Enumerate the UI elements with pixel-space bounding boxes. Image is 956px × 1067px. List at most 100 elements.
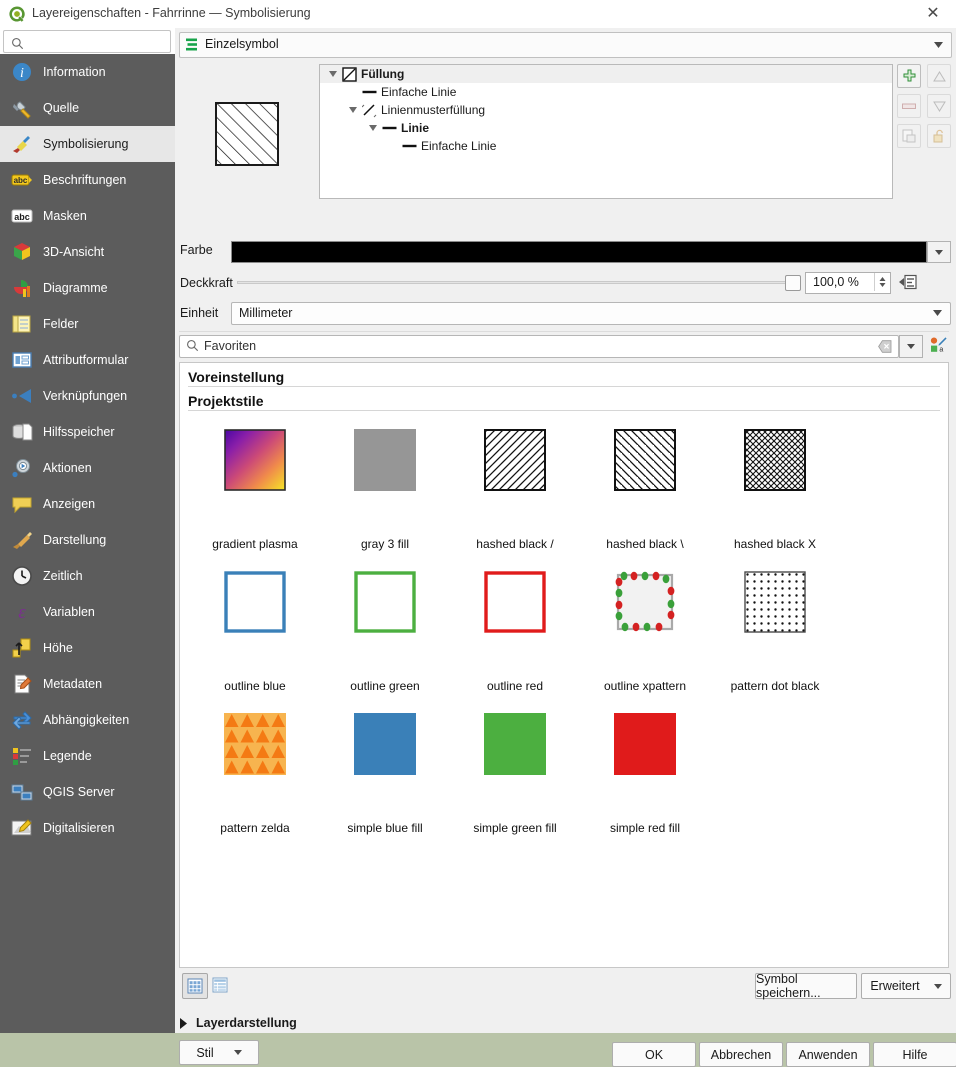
remove-symbol-layer-button[interactable] (897, 94, 921, 118)
sidebar-item-digitalisieren[interactable]: Digitalisieren (0, 810, 175, 846)
opacity-slider[interactable] (237, 275, 801, 291)
sidebar-item-attributformular[interactable]: Attributformular (0, 342, 175, 378)
cancel-button[interactable]: Abbrechen (699, 1042, 783, 1067)
sidebar-item-3d-ansicht[interactable]: 3D-Ansicht (0, 234, 175, 270)
opacity-data-defined-button[interactable] (897, 271, 919, 293)
sidebar-item-variablen[interactable]: ε Variablen (0, 594, 175, 630)
clock-icon (10, 564, 34, 588)
layer-rendering-section[interactable]: Layerdarstellung (179, 1016, 297, 1030)
chevron-down-icon (907, 344, 915, 349)
symbol-layer-row[interactable]: Linienmusterfüllung (320, 101, 892, 119)
symbol-item[interactable]: pattern dot black (710, 565, 840, 707)
style-search-box[interactable]: Favoriten (179, 335, 899, 358)
sidebar-item-masken[interactable]: abc Masken (0, 198, 175, 234)
sidebar-item-hilfsspeicher[interactable]: Hilfsspeicher (0, 414, 175, 450)
style-filter-dropdown[interactable] (899, 335, 923, 358)
opacity-spin-buttons[interactable] (874, 273, 890, 291)
symbol-swatch (354, 713, 416, 775)
sidebar-item-metadaten[interactable]: Metadaten (0, 666, 175, 702)
symbol-swatch (614, 571, 676, 633)
advanced-button[interactable]: Erweitert (861, 973, 951, 999)
symbol-layer-row[interactable]: Linie (320, 119, 892, 137)
symbol-item-label: simple blue fill (347, 821, 423, 835)
tree-expander[interactable] (326, 71, 340, 77)
symbol-item-label: hashed black X (733, 537, 817, 551)
chevron-down-icon[interactable] (369, 125, 377, 131)
symbol-item[interactable]: gradient plasma (190, 423, 320, 565)
duplicate-button[interactable] (897, 124, 921, 148)
symbol-layer-row[interactable]: Einfache Linie (320, 83, 892, 101)
symbol-gallery[interactable]: Voreinstellung Projektstile gradient plasm… (179, 362, 949, 968)
symbol-item[interactable]: simple green fill (450, 707, 580, 849)
symbol-layer-tree[interactable]: Füllung Einfache Linie Linienmusterfüllung… (319, 64, 893, 199)
divider (179, 331, 949, 332)
sidebar-item-qgis-server[interactable]: QGIS Server (0, 774, 175, 810)
sidebar-item-felder[interactable]: Felder (0, 306, 175, 342)
sidebar-item-darstellung[interactable]: Darstellung (0, 522, 175, 558)
clear-icon[interactable] (878, 340, 892, 353)
symbol-item[interactable]: outline green (320, 565, 450, 707)
symbol-item[interactable]: gray 3 fill (320, 423, 450, 565)
symbol-item-label: hashed black / (476, 537, 554, 551)
apply-button[interactable]: Anwenden (786, 1042, 870, 1067)
symbol-swatch (354, 429, 416, 491)
list-view-button[interactable] (208, 973, 232, 997)
sidebar-item-verkn-pfungen[interactable]: Verknüpfungen (0, 378, 175, 414)
move-down-button[interactable] (927, 94, 951, 118)
symbol-item[interactable]: hashed black X (710, 423, 840, 565)
sidebar-item-information[interactable]: i Information (0, 54, 175, 90)
color-button[interactable] (231, 241, 927, 263)
sidebar-item-aktionen[interactable]: Aktionen (0, 450, 175, 486)
sidebar-item-anzeigen[interactable]: Anzeigen (0, 486, 175, 522)
sidebar-item-label: Zeitlich (43, 569, 83, 583)
move-up-button[interactable] (927, 64, 951, 88)
style-manager-button[interactable]: a (927, 334, 949, 356)
sidebar-item-legende[interactable]: Legende (0, 738, 175, 774)
symbol-item[interactable]: outline xpattern (580, 565, 710, 707)
sidebar-item-quelle[interactable]: Quelle (0, 90, 175, 126)
symbol-swatch (484, 571, 546, 633)
info-icon: i (10, 60, 34, 84)
opacity-spinbox[interactable]: 100,0 % (805, 272, 891, 294)
sidebar-item-symbolisierung[interactable]: Symbolisierung (0, 126, 175, 162)
symbol-item-label: simple green fill (473, 821, 557, 835)
symbol-layer-row[interactable]: Füllung (320, 65, 892, 83)
chevron-down-icon[interactable] (329, 71, 337, 77)
arrow-down-icon (932, 101, 946, 112)
advanced-label: Erweitert (870, 979, 920, 993)
chevron-down-icon[interactable] (349, 107, 357, 113)
renderer-type-combo[interactable]: Einzelsymbol (179, 32, 952, 58)
lock-button[interactable] (927, 124, 951, 148)
unit-combo[interactable]: Millimeter (231, 302, 951, 325)
divider (188, 386, 940, 387)
symbol-item[interactable]: hashed black \ (580, 423, 710, 565)
save-symbol-button[interactable]: Symbol speichern... (755, 972, 857, 1000)
symbol-swatch (614, 713, 676, 775)
sidebar-item-label: Abhängigkeiten (43, 713, 130, 727)
grid-view-button[interactable] (182, 973, 208, 999)
tree-expander[interactable] (346, 107, 360, 113)
color-dropdown-button[interactable] (927, 241, 951, 263)
close-icon[interactable]: ✕ (916, 2, 950, 26)
symbol-item[interactable]: simple blue fill (320, 707, 450, 849)
sidebar-item-abh-ngigkeiten[interactable]: Abhängigkeiten (0, 702, 175, 738)
style-button[interactable]: Stil (179, 1040, 259, 1065)
opacity-slider-handle[interactable] (785, 275, 801, 291)
symbol-item[interactable]: outline blue (190, 565, 320, 707)
search-input[interactable] (28, 34, 172, 51)
ok-button[interactable]: OK (612, 1042, 696, 1067)
symbol-item[interactable]: simple red fill (580, 707, 710, 849)
sidebar-search-box[interactable] (3, 30, 172, 53)
help-button[interactable]: Hilfe (873, 1042, 956, 1067)
sidebar-item-h-he[interactable]: Höhe (0, 630, 175, 666)
symbol-layer-row[interactable]: Einfache Linie (320, 137, 892, 155)
sidebar-nav: i Information Quelle Symbolisierung abc Besch… (0, 54, 175, 1033)
symbol-item[interactable]: hashed black / (450, 423, 580, 565)
add-symbol-layer-button[interactable] (897, 64, 921, 88)
sidebar-item-diagramme[interactable]: Diagramme (0, 270, 175, 306)
symbol-item[interactable]: pattern zelda (190, 707, 320, 849)
symbol-item[interactable]: outline red (450, 565, 580, 707)
sidebar-item-zeitlich[interactable]: Zeitlich (0, 558, 175, 594)
sidebar-item-beschriftungen[interactable]: abc Beschriftungen (0, 162, 175, 198)
tree-expander[interactable] (366, 125, 380, 131)
